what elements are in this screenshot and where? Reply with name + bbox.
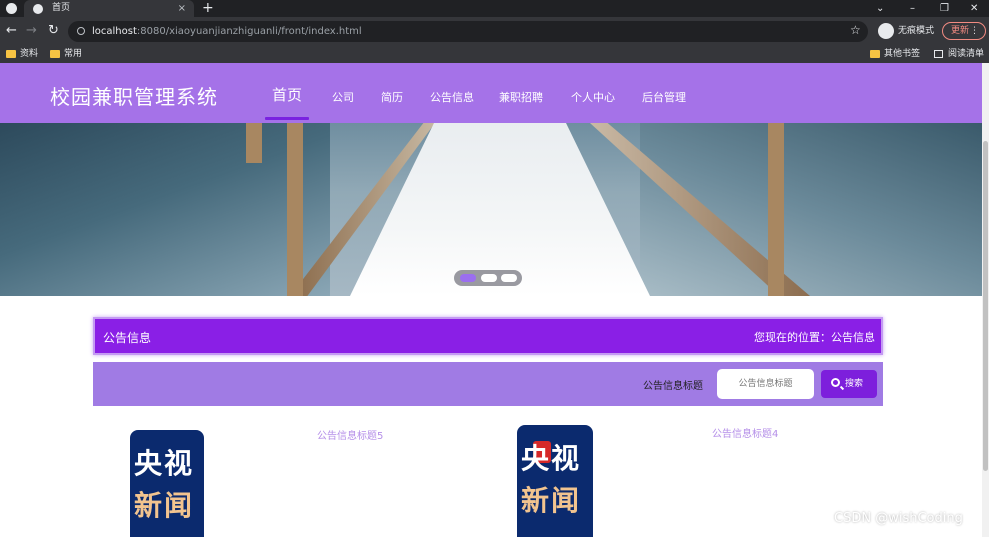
incognito-icon	[878, 23, 894, 39]
tab-close-icon[interactable]: ×	[178, 0, 186, 17]
nav-home[interactable]: 首页	[272, 84, 302, 105]
bookmark-label: 资料	[20, 49, 39, 59]
folder-icon	[6, 50, 16, 58]
page-viewport: 校园兼职管理系统 首页 公司 简历 公告信息 兼职招聘 个人中心 后台管理 公告…	[0, 63, 982, 537]
banner-water-left	[0, 123, 330, 296]
tab-search-icon[interactable]: ⌄	[876, 0, 884, 17]
search-bar: 公告信息标题 搜索	[93, 362, 883, 406]
watermark: CSDN @wishCoding	[834, 511, 963, 526]
news-card[interactable]: 央视 新闻 公告信息标题5	[93, 423, 453, 537]
nav-active-underline	[265, 117, 309, 120]
restore-icon[interactable]: ❐	[940, 0, 949, 17]
scrollbar-thumb[interactable]	[983, 141, 988, 471]
nav-part-time-jobs[interactable]: 兼职招聘	[499, 89, 543, 105]
carousel-dot-2[interactable]	[481, 274, 497, 282]
carousel-indicators	[454, 270, 522, 286]
site-header: 校园兼职管理系统 首页 公司 简历 公告信息 兼职招聘 个人中心 后台管理	[0, 63, 982, 123]
search-button-label: 搜索	[845, 379, 864, 389]
search-icon	[831, 378, 840, 387]
bookmark-label: 常用	[64, 49, 83, 59]
browser-tabstrip: 首页 × + ⌄ – ❐ ✕	[0, 0, 989, 17]
banner-post	[287, 123, 303, 296]
breadcrumb: 您现在的位置：公告信息	[754, 331, 875, 344]
logo-text-line2: 新闻	[134, 489, 195, 522]
folder-icon	[870, 50, 880, 58]
update-label: 更新	[951, 26, 970, 36]
site-title: 校园兼职管理系统	[50, 85, 218, 109]
nav-admin[interactable]: 后台管理	[642, 89, 686, 105]
bookmark-folder-other[interactable]: 其他书签	[870, 45, 920, 63]
reading-list[interactable]: 阅读清单	[934, 45, 984, 63]
tab-favicon-icon	[33, 4, 43, 14]
section-title: 公告信息	[103, 331, 152, 345]
browser-tab[interactable]: 首页 ×	[24, 0, 194, 17]
new-tab-button[interactable]: +	[202, 0, 214, 17]
browser-toolbar: ← → ↻ localhost:8080/xiaoyuanjianzhiguan…	[0, 17, 989, 45]
nav-resume[interactable]: 简历	[381, 89, 403, 105]
search-label: 公告信息标题	[643, 381, 703, 392]
folder-icon	[50, 50, 60, 58]
news-thumbnail[interactable]: 央视 新闻	[130, 430, 204, 537]
bookmark-folder-changyong[interactable]: 常用	[50, 45, 82, 63]
bookmark-label: 其他书签	[884, 49, 921, 59]
tab-title: 首页	[52, 3, 71, 13]
nav-personal-center[interactable]: 个人中心	[571, 89, 615, 105]
incognito-label: 无痕模式	[898, 26, 935, 36]
search-input[interactable]	[717, 369, 814, 399]
nav-company[interactable]: 公司	[332, 89, 354, 105]
bookmark-star-icon[interactable]: ☆	[850, 23, 861, 37]
reading-list-label: 阅读清单	[948, 49, 985, 59]
url-path: :8080/xiaoyuanjianzhiguanli/front/index.…	[136, 26, 362, 37]
bookmarks-bar: 资料 常用 其他书签 阅读清单	[0, 45, 989, 63]
url-host: localhost	[92, 26, 137, 37]
update-button[interactable]: 更新 ⋮	[942, 22, 986, 40]
search-button[interactable]: 搜索	[821, 370, 877, 398]
logo-text-line1: 央视	[521, 442, 582, 475]
page-scrollbar[interactable]	[982, 63, 989, 537]
reading-list-icon	[934, 50, 943, 58]
logo-text-line2: 新闻	[521, 484, 582, 517]
hero-banner[interactable]	[0, 123, 982, 296]
incognito-indicator[interactable]: 无痕模式	[878, 23, 934, 39]
section-header: 公告信息 您现在的位置：公告信息	[93, 317, 883, 355]
close-window-icon[interactable]: ✕	[970, 0, 978, 17]
carousel-dot-3[interactable]	[501, 274, 517, 282]
address-bar[interactable]: localhost:8080/xiaoyuanjianzhiguanli/fro…	[68, 21, 868, 42]
forward-icon[interactable]: →	[26, 22, 37, 40]
more-menu-icon[interactable]: ⋮	[970, 23, 979, 39]
reload-icon[interactable]: ↻	[48, 22, 59, 40]
banner-post	[768, 123, 784, 296]
bookmark-folder-ziliao[interactable]: 资料	[6, 45, 38, 63]
news-title[interactable]: 公告信息标题4	[712, 425, 778, 440]
news-thumbnail[interactable]: 央视 新闻	[517, 425, 593, 537]
chrome-menu-icon[interactable]	[6, 3, 17, 14]
news-card[interactable]: 央视 新闻 公告信息标题4	[490, 423, 850, 537]
site-info-icon[interactable]	[77, 27, 85, 35]
carousel-dot-1[interactable]	[460, 274, 476, 282]
banner-post	[246, 123, 262, 163]
nav-announcements[interactable]: 公告信息	[430, 89, 474, 105]
logo-text-line1: 央视	[134, 447, 195, 480]
back-icon[interactable]: ←	[6, 22, 17, 40]
news-title[interactable]: 公告信息标题5	[317, 427, 383, 442]
minimize-icon[interactable]: –	[910, 0, 915, 17]
